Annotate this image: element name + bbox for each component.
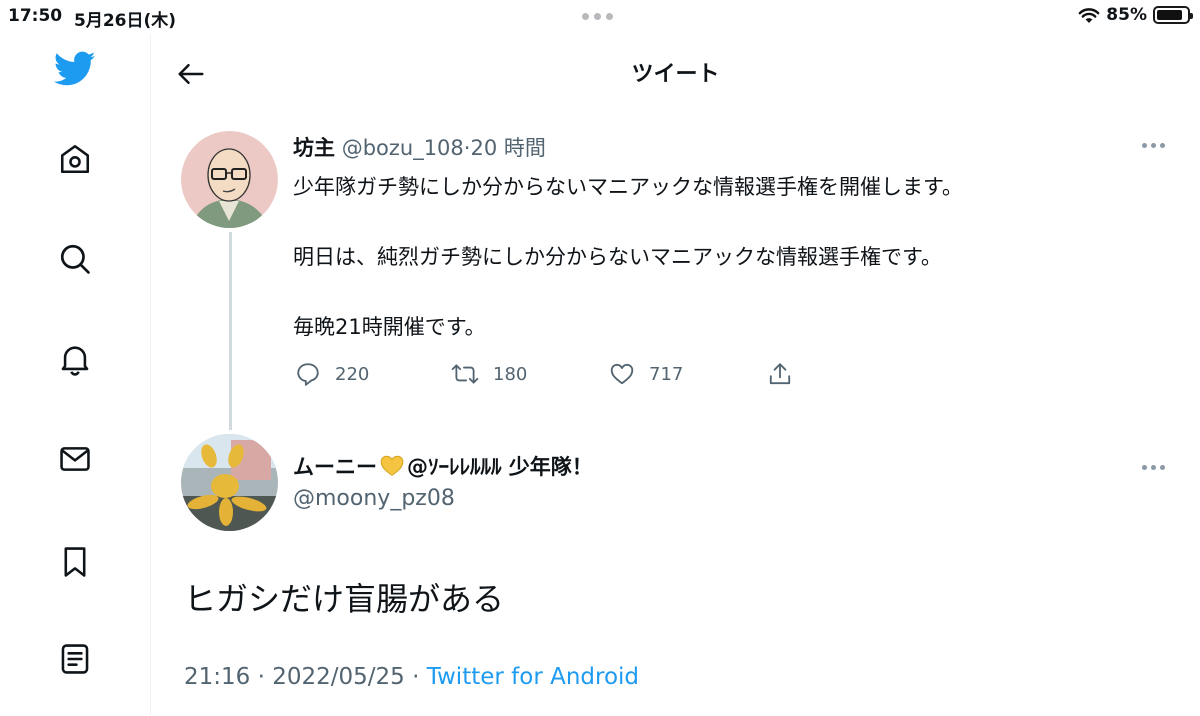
reply-count: 220	[335, 363, 370, 385]
share-icon	[769, 363, 791, 385]
author-handle[interactable]: @bozu_108	[342, 136, 464, 160]
tweet-time[interactable]: 20 時間	[470, 136, 545, 160]
author-name[interactable]: ムーニー	[293, 455, 377, 479]
battery-level	[1157, 10, 1182, 20]
retweet-icon	[451, 364, 479, 384]
wifi-icon	[1078, 7, 1100, 23]
reply-button[interactable]: 220	[295, 361, 369, 387]
like-count: 717	[649, 363, 684, 385]
tweet-body: ヒガシだけ盲腸がある	[184, 580, 505, 618]
tweet-time[interactable]: 21:16	[184, 664, 250, 690]
status-bar: 17:50 5月26日(木) 85%	[0, 0, 1200, 34]
avatar-bozu[interactable]	[181, 131, 278, 228]
author-name-suffix[interactable]: @ｿｰﾚﾚﾙﾙﾙ 少年隊！	[407, 455, 593, 479]
more-options-icon[interactable]	[1142, 465, 1165, 470]
thread-connector-line	[229, 232, 232, 430]
status-right: 85%	[1078, 5, 1193, 25]
notifications-bell-icon[interactable]	[52, 336, 98, 382]
search-icon[interactable]	[52, 236, 98, 282]
twitter-logo-icon[interactable]	[52, 46, 98, 92]
status-date: 5月26日(木)	[74, 11, 177, 31]
tweet-author-line: 坊主 @bozu_108·20 時間	[293, 132, 546, 162]
share-button[interactable]	[767, 361, 793, 387]
multitasking-dots-icon[interactable]	[582, 13, 613, 20]
avatar-moony[interactable]	[181, 434, 278, 531]
more-options-icon[interactable]	[1142, 143, 1165, 148]
tweet-line-3: 毎晩21時開催です。	[293, 315, 486, 339]
yellow-heart-emoji-icon	[379, 453, 405, 482]
lists-icon[interactable]	[52, 636, 98, 682]
sidebar	[0, 34, 151, 716]
author-name[interactable]: 坊主	[293, 136, 335, 160]
tweet-meta: 21:16 · 2022/05/25 · Twitter for Android	[184, 664, 639, 690]
page-title: ツイート	[631, 62, 720, 87]
bookmark-icon[interactable]	[52, 539, 98, 585]
tweet-author-line: ムーニー @ｿｰﾚﾚﾙﾙﾙ 少年隊！	[293, 451, 593, 482]
tweet-header: ツイート	[151, 34, 1200, 106]
status-time: 17:50	[8, 6, 63, 26]
retweet-button[interactable]: 180	[451, 361, 527, 387]
messages-mail-icon[interactable]	[52, 436, 98, 482]
author-handle[interactable]: @moony_pz08	[293, 486, 455, 511]
tweet-date[interactable]: 2022/05/25	[272, 664, 405, 690]
tweet-line-2: 明日は、純烈ガチ勢にしか分からないマニアックな情報選手権です。	[293, 245, 942, 269]
heart-icon	[610, 363, 634, 385]
reply-icon	[297, 363, 319, 386]
battery-percent: 85%	[1106, 5, 1147, 25]
meta-separator: ·	[257, 664, 265, 690]
retweet-count: 180	[493, 363, 528, 385]
tweet-source-link[interactable]: Twitter for Android	[427, 664, 639, 690]
tweet-line-1: 少年隊ガチ勢にしか分からないマニアックな情報選手権を開催します。	[293, 175, 963, 199]
battery-icon	[1153, 6, 1193, 24]
home-icon[interactable]	[52, 136, 98, 182]
meta-separator: ·	[412, 664, 420, 690]
like-button[interactable]: 717	[609, 361, 683, 387]
